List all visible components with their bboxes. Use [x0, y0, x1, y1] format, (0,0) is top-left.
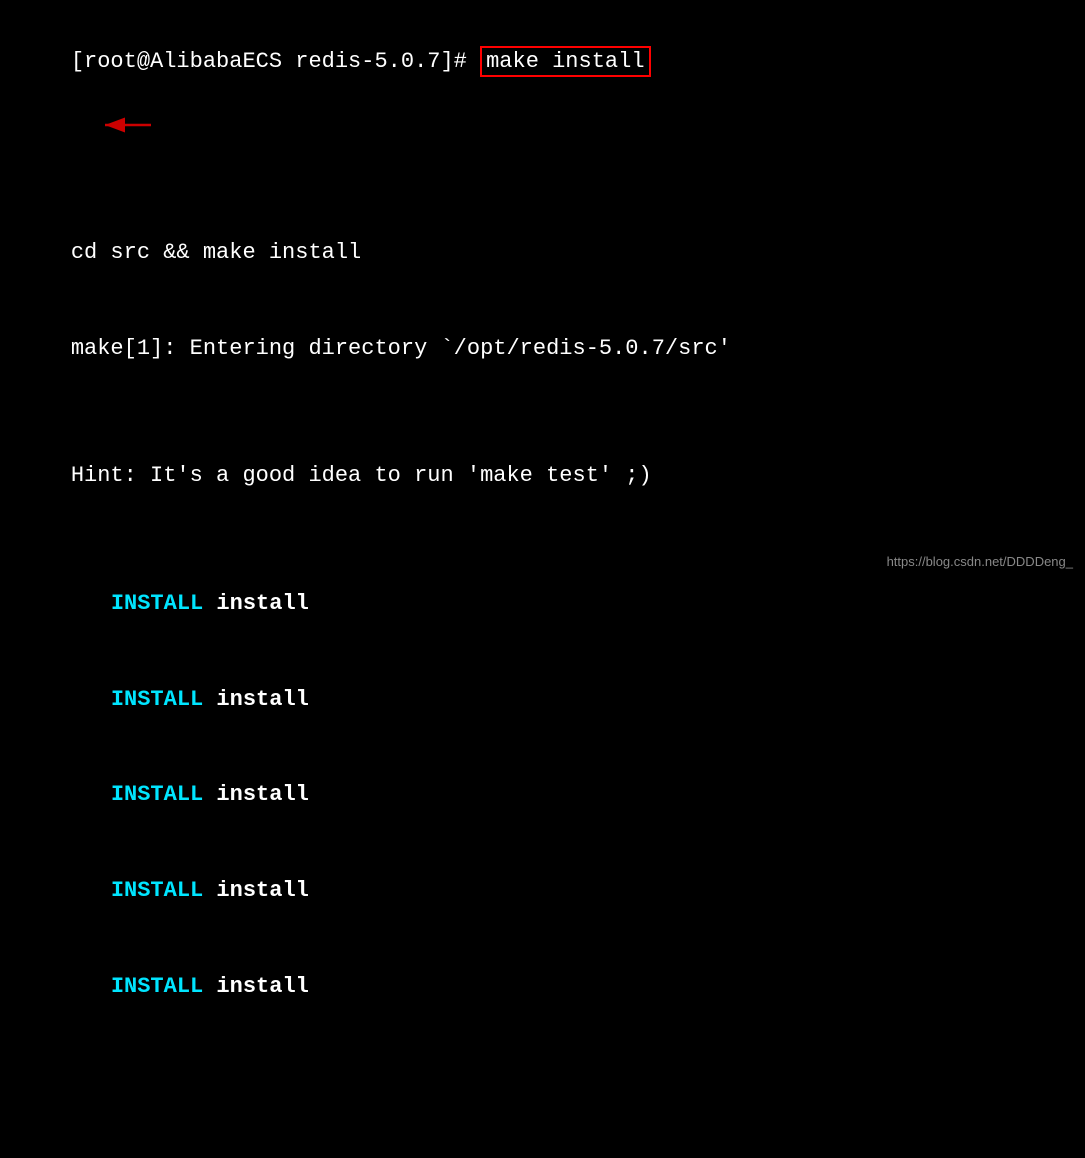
hint-text: Hint: It's a good idea to run 'make test…	[71, 463, 652, 488]
arrow-svg	[101, 113, 156, 137]
install-action: install	[203, 782, 309, 807]
line-entering-dir: make[1]: Entering directory `/opt/redis-…	[18, 301, 1067, 397]
install-line-1: INSTALL install	[18, 556, 1067, 652]
blank-line-1	[18, 397, 1067, 429]
install-label: INSTALL	[111, 687, 203, 712]
output-text: cd src && make install	[71, 240, 361, 265]
highlighted-command: make install	[480, 46, 650, 77]
install-label: INSTALL	[111, 591, 203, 616]
terminal: [root@AlibabaECS redis-5.0.7]# make inst…	[0, 0, 1085, 579]
install-line-5: INSTALL install	[18, 939, 1067, 1035]
line-leaving-dir	[18, 1035, 1067, 1131]
install-line-3: INSTALL install	[18, 747, 1067, 843]
watermark: https://blog.csdn.net/DDDDeng_	[887, 554, 1073, 569]
install-action: install	[203, 878, 309, 903]
install-label: INSTALL	[111, 878, 203, 903]
line-final-prompt	[18, 1130, 1067, 1158]
line-prompt-command: [root@AlibabaECS redis-5.0.7]# make inst…	[18, 14, 1067, 205]
line-cd-make: cd src && make install	[18, 205, 1067, 301]
blank-line-2	[18, 524, 1067, 556]
install-label: INSTALL	[111, 782, 203, 807]
install-action: install	[203, 591, 309, 616]
arrow-icon	[18, 81, 156, 170]
install-action: install	[203, 974, 309, 999]
line-hint: Hint: It's a good idea to run 'make test…	[18, 429, 1067, 525]
install-line-2: INSTALL install	[18, 652, 1067, 748]
install-action: install	[203, 687, 309, 712]
install-line-4: INSTALL install	[18, 843, 1067, 939]
install-label: INSTALL	[111, 974, 203, 999]
prompt-text: [root@AlibabaECS redis-5.0.7]#	[71, 49, 480, 74]
output-text: make[1]: Entering directory `/opt/redis-…	[71, 336, 731, 361]
